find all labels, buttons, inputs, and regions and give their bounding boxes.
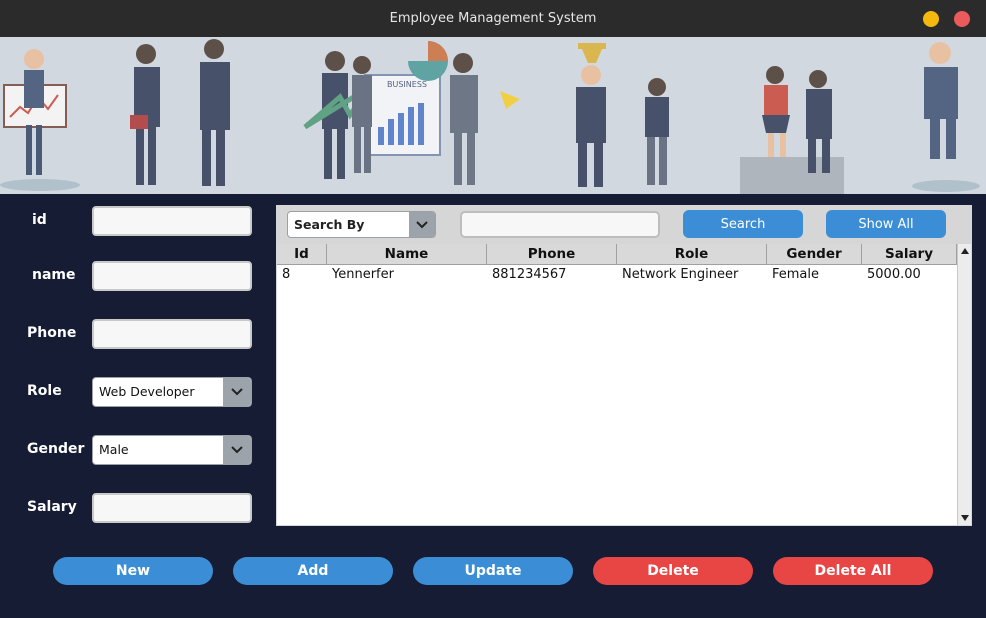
gender-label: Gender (27, 441, 85, 457)
cell-salary: 5000.00 (867, 267, 921, 282)
scroll-down-icon[interactable] (960, 513, 970, 523)
gender-dropdown[interactable]: Male (92, 435, 252, 465)
name-label: name (32, 267, 76, 283)
gender-value: Male (99, 442, 129, 457)
salary-label: Salary (27, 499, 77, 515)
column-header-gender[interactable]: Gender (767, 244, 862, 265)
chevron-down-icon[interactable] (223, 378, 251, 406)
id-label: id (32, 212, 47, 228)
close-button[interactable] (954, 11, 970, 27)
chevron-down-icon[interactable] (223, 436, 251, 464)
window-titlebar: Employee Management System (0, 0, 986, 37)
column-header-id[interactable]: Id (277, 244, 327, 265)
search-button[interactable]: Search (683, 210, 803, 238)
cell-id: 8 (282, 267, 291, 282)
role-value: Web Developer (99, 384, 195, 399)
show-all-button[interactable]: Show All (826, 210, 946, 238)
add-button[interactable]: Add (233, 557, 393, 585)
chevron-down-icon[interactable] (409, 212, 435, 237)
banner-illustration: BUSINESS (0, 37, 986, 194)
phone-field[interactable] (92, 319, 252, 349)
cell-phone: 881234567 (492, 267, 567, 282)
table-header: Id Name Phone Role Gender Salary (277, 244, 957, 265)
column-header-name[interactable]: Name (327, 244, 487, 265)
minimize-button[interactable] (923, 11, 939, 27)
column-header-salary[interactable]: Salary (862, 244, 957, 265)
vertical-scrollbar[interactable] (957, 244, 971, 525)
records-panel: Search By Search Show All Id Name Phone … (276, 205, 972, 526)
column-header-role[interactable]: Role (617, 244, 767, 265)
salary-field[interactable] (92, 493, 252, 523)
new-button[interactable]: New (53, 557, 213, 585)
cell-name: Yennerfer (332, 267, 394, 282)
name-field[interactable] (92, 261, 252, 291)
column-header-phone[interactable]: Phone (487, 244, 617, 265)
role-dropdown[interactable]: Web Developer (92, 377, 252, 407)
cell-gender: Female (772, 267, 820, 282)
update-button[interactable]: Update (413, 557, 573, 585)
search-by-dropdown[interactable]: Search By (287, 211, 436, 238)
delete-all-button[interactable]: Delete All (773, 557, 933, 585)
search-by-value: Search By (294, 217, 365, 232)
scroll-up-icon[interactable] (960, 246, 970, 256)
search-input[interactable] (460, 211, 660, 238)
employee-table: Id Name Phone Role Gender Salary 8 Yenne… (277, 244, 971, 525)
window-title: Employee Management System (389, 11, 597, 26)
role-label: Role (27, 383, 62, 399)
delete-button[interactable]: Delete (593, 557, 753, 585)
phone-label: Phone (27, 325, 77, 341)
cell-role: Network Engineer (622, 267, 739, 282)
id-field[interactable] (92, 206, 252, 236)
